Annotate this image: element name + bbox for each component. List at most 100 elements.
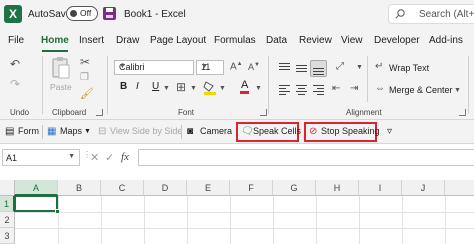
fill-handle[interactable] xyxy=(55,209,60,214)
autosave-state: Off xyxy=(80,8,92,18)
column-header[interactable]: G xyxy=(273,180,316,196)
increase-font-icon[interactable]: A▲ xyxy=(230,61,243,72)
column-header[interactable]: J xyxy=(402,180,445,196)
stop-speaking-icon: ⊘ xyxy=(309,126,318,137)
decrease-indent-icon[interactable]: ⇤ xyxy=(332,84,340,94)
chevron-down-icon[interactable]: ▼ xyxy=(190,85,197,92)
group-divider xyxy=(268,56,269,114)
insert-function-button[interactable]: fx xyxy=(121,151,129,163)
enter-icon[interactable]: ✓ xyxy=(105,151,114,164)
grid-line xyxy=(15,228,474,229)
tab-page-layout[interactable]: Page Layout xyxy=(150,35,206,46)
chevron-down-icon[interactable]: ▼ xyxy=(84,128,91,135)
customize-toolbar-icon[interactable]: ▿ xyxy=(387,126,392,137)
stop-speaking-button[interactable]: Stop Speaking xyxy=(321,126,380,136)
column-header[interactable]: B xyxy=(58,180,101,196)
row-header[interactable]: 1 xyxy=(0,196,15,212)
align-top-icon[interactable] xyxy=(278,62,291,74)
paste-icon[interactable] xyxy=(51,56,71,80)
excel-logo-icon: X xyxy=(4,5,22,23)
align-center-icon[interactable] xyxy=(295,84,308,96)
font-launcher-icon[interactable] xyxy=(260,109,267,116)
paste-label[interactable]: Paste xyxy=(50,82,72,92)
clipboard-launcher-icon[interactable] xyxy=(96,109,103,116)
align-right-icon[interactable] xyxy=(312,84,325,96)
tab-view[interactable]: View xyxy=(341,35,363,46)
underline-button[interactable]: U xyxy=(152,82,159,92)
borders-icon[interactable]: ⊞ xyxy=(176,81,186,93)
alignment-group-label: Alignment xyxy=(346,108,382,117)
redo-icon[interactable]: ↷ xyxy=(10,78,20,90)
column-header[interactable]: H xyxy=(316,180,359,196)
tab-formulas[interactable]: Formulas xyxy=(214,35,256,46)
cancel-icon[interactable]: ✕ xyxy=(90,151,99,164)
column-header[interactable]: C xyxy=(101,180,144,196)
group-divider xyxy=(42,56,43,114)
tab-data[interactable]: Data xyxy=(266,35,287,46)
column-header[interactable]: I xyxy=(359,180,402,196)
align-left-icon[interactable] xyxy=(278,84,291,96)
grid-line xyxy=(445,196,446,244)
toolbar-divider xyxy=(181,125,182,139)
grid-line xyxy=(58,196,59,244)
undo-group-label: Undo xyxy=(10,108,30,117)
increase-indent-icon[interactable]: ⇥ xyxy=(350,84,358,94)
column-header[interactable]: F xyxy=(230,180,273,196)
copy-icon[interactable]: ❐ xyxy=(80,73,89,83)
chevron-down-icon[interactable]: ▼ xyxy=(356,64,363,71)
tab-file[interactable]: File xyxy=(8,35,24,46)
camera-button[interactable]: Camera xyxy=(200,126,232,136)
active-cell[interactable] xyxy=(14,195,58,212)
maps-icon: ▦ xyxy=(47,126,57,137)
select-all-button[interactable] xyxy=(0,180,15,196)
tab-review[interactable]: Review xyxy=(299,35,332,46)
tab-insert[interactable]: Insert xyxy=(79,35,104,46)
name-box[interactable]: A1 ▼ xyxy=(2,149,80,166)
column-header[interactable] xyxy=(445,180,474,196)
wrap-text-icon[interactable]: ↵ xyxy=(375,62,383,72)
font-size-select[interactable]: 11 ▼ xyxy=(196,60,224,75)
tab-add-ins[interactable]: Add-ins xyxy=(429,35,463,46)
font-color-icon[interactable]: A xyxy=(240,80,250,94)
decrease-font-icon[interactable]: A▼ xyxy=(248,62,260,72)
merge-center-icon[interactable]: ⇔ xyxy=(375,84,385,94)
chevron-down-icon[interactable]: ▼ xyxy=(255,85,262,92)
bold-button[interactable]: B xyxy=(120,82,127,92)
form-icon: ▤ xyxy=(5,126,15,137)
orientation-icon[interactable]: ⤢ xyxy=(336,62,344,72)
format-painter-icon[interactable]: 🖌 xyxy=(80,89,94,100)
save-icon[interactable] xyxy=(103,7,116,20)
align-middle-icon[interactable] xyxy=(295,62,308,74)
alignment-launcher-icon[interactable] xyxy=(459,109,466,116)
view-side-by-side-button[interactable]: View Side by Side xyxy=(110,126,182,136)
row-header[interactable]: 3 xyxy=(0,228,15,244)
italic-button[interactable]: I xyxy=(136,82,139,92)
undo-icon[interactable]: ↶ xyxy=(10,58,20,70)
autosave-toggle[interactable]: Off xyxy=(66,6,98,21)
tab-developer[interactable]: Developer xyxy=(374,35,420,46)
fill-color-icon[interactable] xyxy=(203,80,217,95)
grid-line xyxy=(101,196,102,244)
column-header[interactable]: D xyxy=(144,180,187,196)
cut-icon[interactable]: ✂ xyxy=(80,56,90,68)
search-input[interactable]: Search (Alt+Q) xyxy=(388,4,474,24)
column-header[interactable]: E xyxy=(187,180,230,196)
search-icon xyxy=(395,9,405,19)
merge-center-button[interactable]: Merge & Center xyxy=(389,85,453,95)
font-family-select[interactable]: Calibri ▼ xyxy=(114,60,194,75)
formula-input[interactable] xyxy=(138,149,474,166)
chevron-down-icon[interactable]: ▼ xyxy=(454,87,461,94)
chevron-down-icon[interactable]: ▼ xyxy=(163,85,170,92)
wrap-text-button[interactable]: Wrap Text xyxy=(389,63,429,73)
form-button[interactable]: Form xyxy=(18,126,39,136)
column-header[interactable]: A xyxy=(15,180,58,196)
tab-draw[interactable]: Draw xyxy=(116,35,139,46)
clipboard-group-label: Clipboard xyxy=(52,108,87,117)
chevron-down-icon[interactable]: ▼ xyxy=(219,85,226,92)
row-header[interactable]: 2 xyxy=(0,212,15,228)
name-box-value: A1 xyxy=(6,153,18,163)
tab-home[interactable]: Home xyxy=(41,35,69,46)
view-side-by-side-icon: ⊟ xyxy=(98,126,107,137)
speak-cells-button[interactable]: Speak Cells xyxy=(253,126,301,136)
maps-button[interactable]: Maps xyxy=(60,126,82,136)
